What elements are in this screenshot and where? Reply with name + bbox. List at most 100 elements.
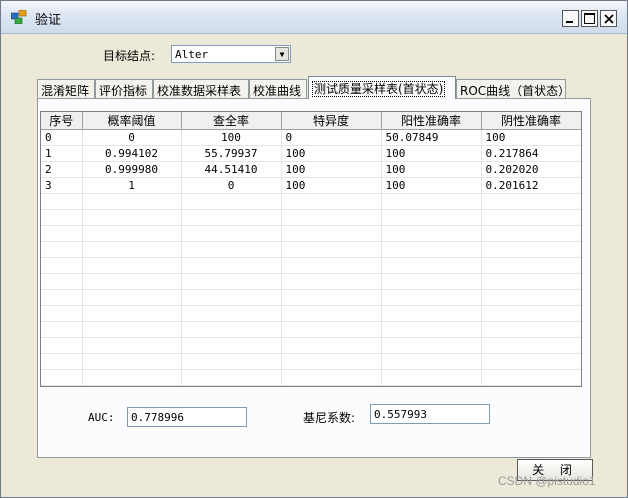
table-row[interactable] (41, 257, 581, 274)
table-cell (481, 241, 581, 258)
tab-test-quality-sample-table[interactable]: 测试质量采样表(首状态) (308, 76, 456, 99)
auc-field[interactable]: 0.778996 (127, 407, 247, 427)
table-cell: 0 (181, 177, 282, 194)
table-cell (82, 209, 182, 226)
close-icon (603, 13, 614, 24)
table-cell (41, 241, 83, 258)
table-cell (481, 353, 581, 370)
tab-panel: 序号 概率阈值 查全率 特异度 阳性准确率 阴性准确率 0 0 100 0 50.078… (37, 98, 591, 458)
table-cell (381, 257, 482, 274)
maximize-icon (584, 13, 595, 24)
table-cell (181, 353, 282, 370)
table-row[interactable] (41, 209, 581, 226)
chevron-down-icon[interactable]: ▼ (275, 47, 289, 61)
watermark-text: CSDN @pistudio1 (498, 474, 596, 488)
table-cell (481, 289, 581, 306)
table-row[interactable] (41, 241, 581, 258)
table-cell (181, 337, 282, 354)
table-cell (181, 369, 282, 386)
title-bar[interactable]: 验证 (1, 1, 627, 34)
gini-label: 基尼系数: (303, 411, 356, 425)
table-cell: 100 (381, 145, 482, 162)
results-table: 序号 概率阈值 查全率 特异度 阳性准确率 阴性准确率 0 0 100 0 50.078… (41, 112, 581, 386)
table-cell (41, 337, 83, 354)
table-cell: 0 (82, 129, 182, 146)
table-cell (181, 289, 282, 306)
table-cell: 0 (41, 129, 83, 146)
table-cell (481, 257, 581, 274)
table-cell (41, 209, 83, 226)
table-cell (381, 209, 482, 226)
target-node-select[interactable]: Alter ▼ (171, 45, 291, 63)
table-cell (381, 241, 482, 258)
gini-field[interactable]: 0.557993 (370, 404, 490, 424)
tab-roc-curve[interactable]: ROC曲线（首状态） (456, 79, 570, 98)
table-cell (381, 337, 482, 354)
minimize-icon (566, 21, 573, 23)
table-row[interactable]: 1 0.994102 55.79937 100 100 0.217864 (41, 145, 581, 162)
table-cell (82, 353, 182, 370)
table-cell (82, 225, 182, 242)
column-header[interactable]: 阴性准确率 (481, 112, 581, 130)
table-cell (181, 305, 282, 322)
table-row[interactable]: 2 0.999980 44.51410 100 100 0.202020 (41, 161, 581, 178)
table-row[interactable] (41, 305, 581, 322)
column-header[interactable]: 序号 (41, 112, 83, 130)
table-row[interactable]: 3 1 0 100 100 0.201612 (41, 177, 581, 194)
table-cell: 0 (281, 129, 382, 146)
table-cell (41, 193, 83, 210)
column-header[interactable]: 特异度 (281, 112, 382, 130)
target-node-label: 目标结点: (103, 49, 156, 63)
table-row[interactable] (41, 193, 581, 210)
results-grid[interactable]: 序号 概率阈值 查全率 特异度 阳性准确率 阴性准确率 0 0 100 0 50.078… (40, 111, 582, 387)
table-cell (281, 209, 382, 226)
tab-confusion-matrix[interactable]: 混淆矩阵 (37, 79, 95, 98)
table-cell (281, 257, 382, 274)
table-cell: 0.217864 (481, 145, 581, 162)
table-cell (82, 321, 182, 338)
table-cell (181, 225, 282, 242)
table-row[interactable] (41, 369, 581, 386)
tab-calibration-sample-table[interactable]: 校准数据采样表 (153, 79, 249, 98)
table-row[interactable] (41, 337, 581, 354)
table-cell: 2 (41, 161, 83, 178)
column-header[interactable]: 查全率 (181, 112, 282, 130)
tab-calibration-curve[interactable]: 校准曲线 (249, 79, 307, 98)
table-cell (381, 321, 482, 338)
table-row[interactable]: 0 0 100 0 50.07849 100 (41, 129, 581, 146)
table-cell (481, 273, 581, 290)
table-row[interactable] (41, 273, 581, 290)
dialog-body: 目标结点: Alter ▼ 混淆矩阵 评价指标 校准数据采样表 校准曲线 测试质… (1, 34, 627, 497)
table-row[interactable] (41, 289, 581, 306)
dialog-window: 验证 目标结点: Alter ▼ 混淆矩阵 评价指标 校准数据采样表 校准曲线 … (0, 0, 628, 498)
table-cell (82, 305, 182, 322)
tab-evaluation-metrics[interactable]: 评价指标 (95, 79, 153, 98)
table-cell (41, 369, 83, 386)
table-cell: 50.07849 (381, 129, 482, 146)
table-row[interactable] (41, 353, 581, 370)
table-cell (181, 321, 282, 338)
table-row[interactable] (41, 321, 581, 338)
table-cell (481, 209, 581, 226)
table-cell (481, 305, 581, 322)
table-cell: 100 (181, 129, 282, 146)
table-cell: 0.994102 (82, 145, 182, 162)
minimize-button[interactable] (562, 10, 579, 27)
maximize-button[interactable] (581, 10, 598, 27)
table-cell (281, 353, 382, 370)
table-cell (181, 193, 282, 210)
table-cell (481, 225, 581, 242)
column-header[interactable]: 概率阈值 (82, 112, 182, 130)
table-row[interactable] (41, 225, 581, 242)
table-cell (281, 321, 382, 338)
app-icon (11, 10, 27, 24)
table-cell (481, 337, 581, 354)
column-header[interactable]: 阳性准确率 (381, 112, 482, 130)
table-cell (82, 273, 182, 290)
table-cell (82, 369, 182, 386)
close-window-button[interactable] (600, 10, 617, 27)
table-cell: 55.79937 (181, 145, 282, 162)
table-cell (381, 289, 482, 306)
table-cell: 0.201612 (481, 177, 581, 194)
table-cell (281, 193, 382, 210)
